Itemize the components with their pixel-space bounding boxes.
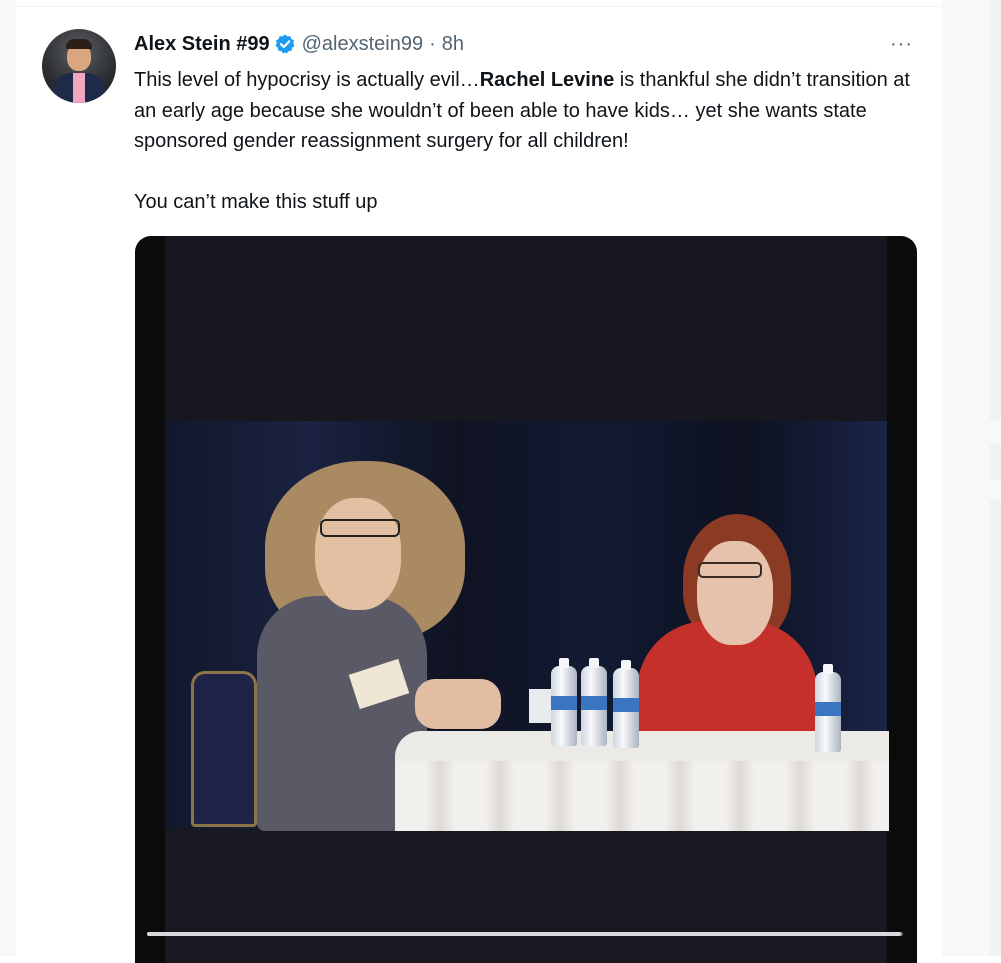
video-progress-bar[interactable] xyxy=(147,932,903,936)
tweet-text: This level of hypocrisy is actually evil… xyxy=(134,65,934,217)
sidebar-edge-notch xyxy=(990,480,1001,500)
tweet-paragraph-2: You can’t make this stuff up xyxy=(134,190,378,213)
table-cloth-folds xyxy=(395,761,889,831)
speaker-right-face xyxy=(697,541,773,645)
video-scene-top xyxy=(165,236,887,421)
left-gutter xyxy=(0,0,16,956)
sidebar-edge-notch xyxy=(990,420,1001,444)
video-frame[interactable] xyxy=(165,236,889,963)
water-bottle xyxy=(613,660,639,748)
tweet-header: Alex Stein #99 @alexstein99 · 8h xyxy=(134,31,464,57)
tweet-timestamp[interactable]: 8h xyxy=(442,33,464,56)
tweet-card[interactable]: Alex Stein #99 @alexstein99 · 8h ··· Thi… xyxy=(16,7,942,963)
author-handle[interactable]: @alexstein99 xyxy=(302,33,423,56)
author-avatar[interactable] xyxy=(42,29,116,103)
video-progress-fill xyxy=(147,932,902,936)
sidebar-edge xyxy=(990,0,1001,956)
speaker-right-glasses xyxy=(698,562,762,578)
chair xyxy=(191,671,257,827)
speaker-left-hands xyxy=(415,679,501,729)
water-bottle xyxy=(815,664,841,752)
tweet-paragraph-1: This level of hypocrisy is actually evil… xyxy=(134,65,934,157)
tweet-text-part1: This level of hypocrisy is actually evil… xyxy=(134,69,480,91)
author-name[interactable]: Alex Stein #99 xyxy=(134,33,270,56)
speaker-left-glasses xyxy=(320,519,400,537)
right-gutter xyxy=(942,0,992,956)
mention-rachel-levine: Rachel Levine xyxy=(479,69,615,91)
header-separator: · xyxy=(429,32,436,55)
video-player[interactable] xyxy=(135,236,917,963)
tweet-top-edge xyxy=(16,0,942,7)
avatar-shirt xyxy=(73,73,85,103)
water-bottle xyxy=(581,658,607,746)
water-bottle xyxy=(551,658,577,746)
verified-badge-icon xyxy=(274,33,296,55)
speaker-left-face xyxy=(315,498,401,610)
video-scene-bottom xyxy=(165,829,887,963)
avatar-hair xyxy=(66,39,92,49)
more-options-icon[interactable]: ··· xyxy=(890,33,913,56)
